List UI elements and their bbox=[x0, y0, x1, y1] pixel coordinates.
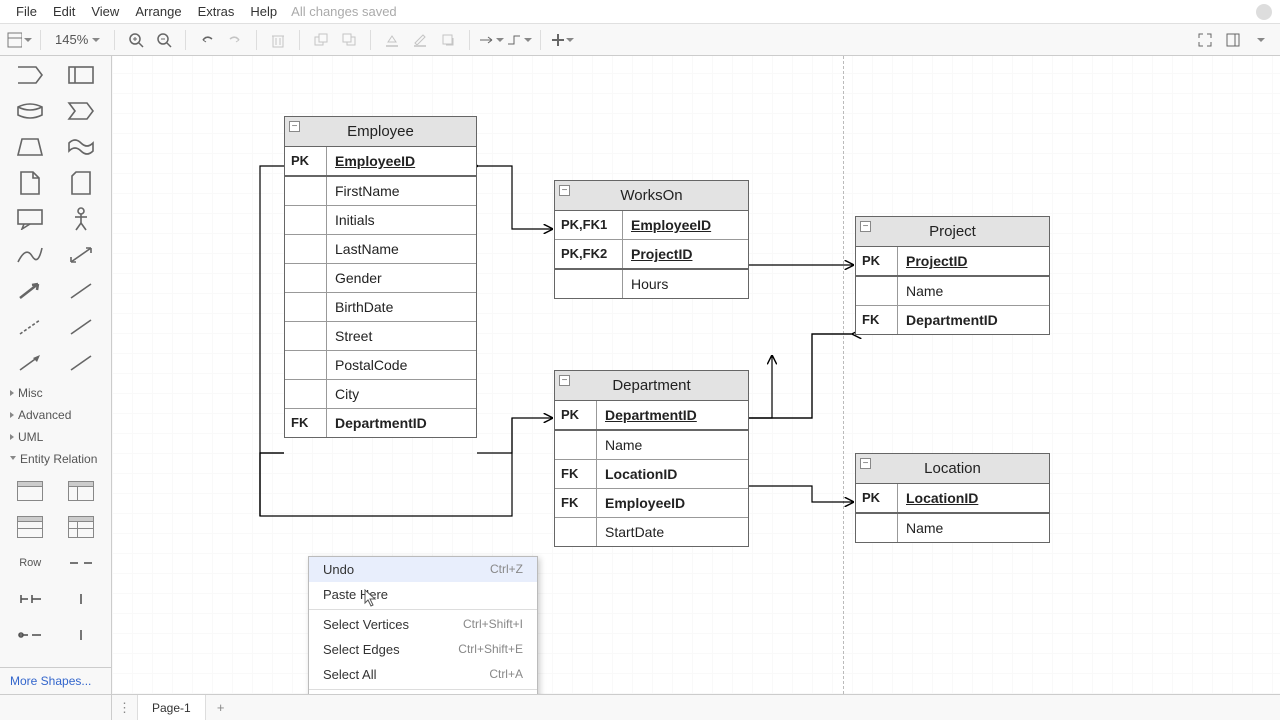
entity-header[interactable]: −Project bbox=[856, 217, 1049, 247]
shape-arrow-bold[interactable] bbox=[8, 276, 53, 306]
format-panel-icon[interactable] bbox=[1220, 27, 1246, 53]
er-conn-zero[interactable] bbox=[8, 620, 53, 650]
er-conn-one[interactable] bbox=[8, 584, 53, 614]
to-back-icon[interactable] bbox=[336, 27, 362, 53]
redo-icon[interactable] bbox=[222, 27, 248, 53]
waypoint-style-icon[interactable] bbox=[506, 27, 532, 53]
cursor-icon bbox=[364, 589, 378, 607]
shape-callout[interactable] bbox=[8, 204, 53, 234]
insert-icon[interactable] bbox=[549, 27, 575, 53]
sidebar-cat-misc[interactable]: Misc bbox=[0, 382, 111, 404]
er-shape-table3[interactable] bbox=[8, 512, 53, 542]
context-menu: UndoCtrl+Z Paste Here Select VerticesCtr… bbox=[308, 556, 538, 694]
more-shapes-link[interactable]: More Shapes... bbox=[0, 667, 111, 694]
view-dropdown[interactable] bbox=[6, 27, 32, 53]
shape-dashed-line[interactable] bbox=[8, 312, 53, 342]
shape-bidir-arrow[interactable] bbox=[59, 240, 104, 270]
menu-help[interactable]: Help bbox=[242, 1, 285, 22]
shape-wave[interactable] bbox=[59, 132, 104, 162]
collapse-icon[interactable]: − bbox=[559, 185, 570, 196]
er-conn-oneline[interactable] bbox=[59, 584, 104, 614]
shape-arrow-solid[interactable] bbox=[8, 348, 53, 378]
ctx-select-vertices[interactable]: Select VerticesCtrl+Shift+I bbox=[309, 612, 537, 637]
ctx-undo[interactable]: UndoCtrl+Z bbox=[309, 557, 537, 582]
canvas-area[interactable]: −Employee PKEmployeeID FirstName Initial… bbox=[112, 56, 1280, 694]
ctx-select-all[interactable]: Select AllCtrl+A bbox=[309, 662, 537, 687]
shape-line2[interactable] bbox=[59, 348, 104, 378]
er-shape-table2[interactable] bbox=[59, 476, 104, 506]
connection-style-icon[interactable] bbox=[478, 27, 504, 53]
shape-curve[interactable] bbox=[8, 240, 53, 270]
entity-project[interactable]: −Project PKProjectID Name FKDepartmentID bbox=[855, 216, 1050, 335]
sidebar-cat-er[interactable]: Entity Relation bbox=[0, 448, 111, 470]
line-color-icon[interactable] bbox=[407, 27, 433, 53]
er-shapes-palette: Row bbox=[0, 470, 111, 654]
sidebar-cat-advanced[interactable]: Advanced bbox=[0, 404, 111, 426]
delete-icon[interactable] bbox=[265, 27, 291, 53]
entity-header[interactable]: −Location bbox=[856, 454, 1049, 484]
ctx-paste-here[interactable]: Paste Here bbox=[309, 582, 537, 607]
zoom-in-icon[interactable] bbox=[123, 27, 149, 53]
shape-line-thin[interactable] bbox=[59, 276, 104, 306]
er-row-label[interactable]: Row bbox=[8, 548, 53, 578]
er-shape-table4[interactable] bbox=[59, 512, 104, 542]
er-conn-oneline2[interactable] bbox=[59, 620, 104, 650]
collapse-icon[interactable]: − bbox=[860, 458, 871, 469]
collapse-icon[interactable]: − bbox=[289, 121, 300, 132]
shape-document[interactable] bbox=[8, 168, 53, 198]
ctx-clear-default-style[interactable]: Clear Default StyleCtrl+Shift+R bbox=[309, 692, 537, 694]
shape-arrow-right[interactable] bbox=[59, 96, 104, 126]
page-tab-1[interactable]: Page-1 bbox=[138, 695, 206, 720]
shadow-icon[interactable] bbox=[435, 27, 461, 53]
undo-icon[interactable] bbox=[194, 27, 220, 53]
menu-edit[interactable]: Edit bbox=[45, 1, 83, 22]
shape-trapezoid[interactable] bbox=[8, 132, 53, 162]
fill-color-icon[interactable] bbox=[379, 27, 405, 53]
pages-menu-icon[interactable]: ⋮ bbox=[112, 695, 138, 720]
er-shape-table1[interactable] bbox=[8, 476, 53, 506]
language-icon[interactable] bbox=[1256, 4, 1272, 20]
shapes-sidebar: Misc Advanced UML Entity Relation Row Mo… bbox=[0, 56, 112, 694]
sidebar-cat-uml[interactable]: UML bbox=[0, 426, 111, 448]
shape-cylinder[interactable] bbox=[8, 96, 53, 126]
basic-shapes-palette bbox=[0, 56, 111, 382]
ctx-select-edges[interactable]: Select EdgesCtrl+Shift+E bbox=[309, 637, 537, 662]
shape-rect-left[interactable] bbox=[59, 60, 104, 90]
entity-header[interactable]: −WorksOn bbox=[555, 181, 748, 211]
menu-file[interactable]: File bbox=[8, 1, 45, 22]
shape-actor[interactable] bbox=[59, 204, 104, 234]
shape-half-rect[interactable] bbox=[8, 60, 53, 90]
save-status: All changes saved bbox=[291, 4, 397, 19]
entity-header[interactable]: −Employee bbox=[285, 117, 476, 147]
to-front-icon[interactable] bbox=[308, 27, 334, 53]
collapse-icon[interactable] bbox=[1248, 27, 1274, 53]
entity-department[interactable]: −Department PKDepartmentID Name FKLocati… bbox=[554, 370, 749, 547]
entity-workson[interactable]: −WorksOn PK,FK1EmployeeID PK,FK2ProjectI… bbox=[554, 180, 749, 299]
menu-extras[interactable]: Extras bbox=[190, 1, 243, 22]
toolbar: 145% bbox=[0, 24, 1280, 56]
menu-arrange[interactable]: Arrange bbox=[127, 1, 189, 22]
add-page-button[interactable]: + bbox=[206, 695, 236, 720]
shape-card[interactable] bbox=[59, 168, 104, 198]
entity-employee[interactable]: −Employee PKEmployeeID FirstName Initial… bbox=[284, 116, 477, 438]
menu-view[interactable]: View bbox=[83, 1, 127, 22]
zoom-select[interactable]: 145% bbox=[49, 32, 106, 47]
fullscreen-icon[interactable] bbox=[1192, 27, 1218, 53]
collapse-icon[interactable]: − bbox=[860, 221, 871, 232]
er-conn-many[interactable] bbox=[59, 548, 104, 578]
collapse-icon[interactable]: − bbox=[559, 375, 570, 386]
zoom-out-icon[interactable] bbox=[151, 27, 177, 53]
menubar: File Edit View Arrange Extras Help All c… bbox=[0, 0, 1280, 24]
entity-header[interactable]: −Department bbox=[555, 371, 748, 401]
shape-line[interactable] bbox=[59, 312, 104, 342]
entity-location[interactable]: −Location PKLocationID Name bbox=[855, 453, 1050, 543]
footer-tabs: ⋮ Page-1 + bbox=[0, 694, 1280, 720]
